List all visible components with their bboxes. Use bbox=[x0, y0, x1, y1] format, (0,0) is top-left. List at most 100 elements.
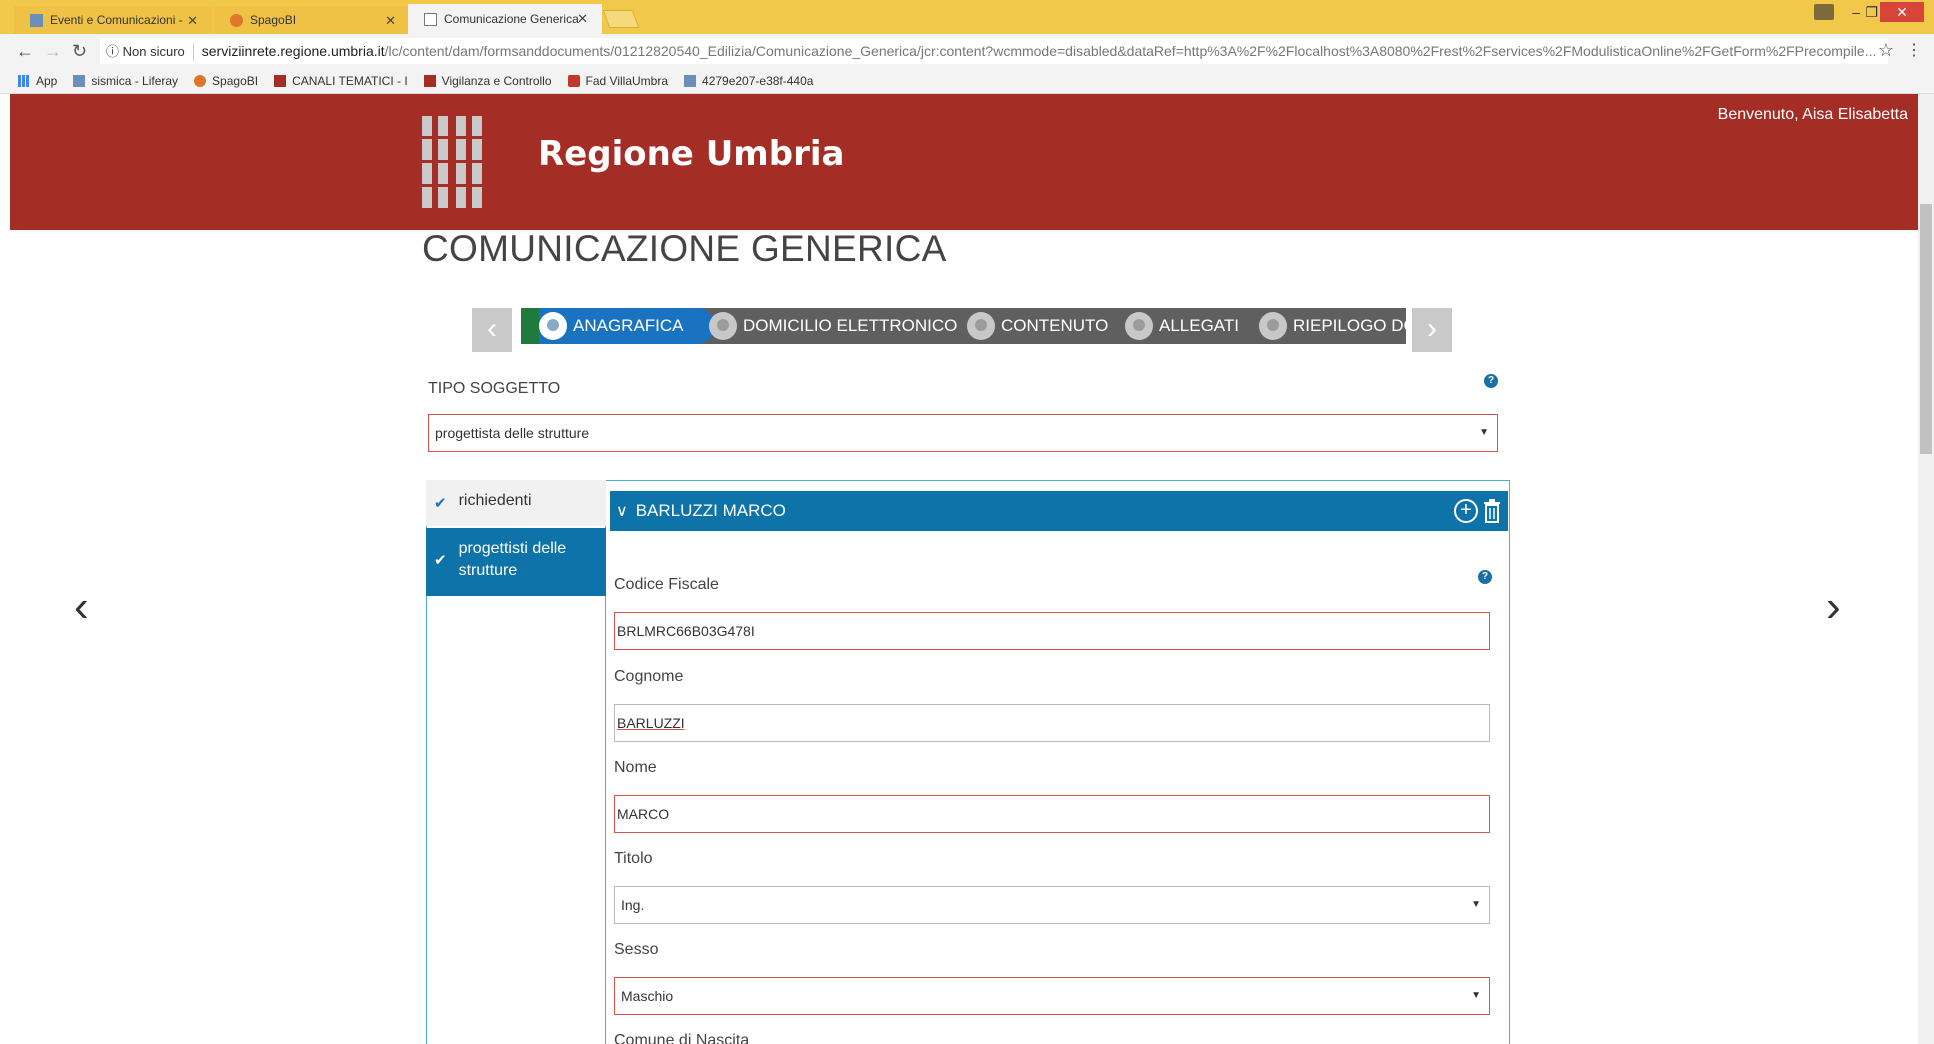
url-host: serviziinrete.regione.umbria.it bbox=[201, 43, 385, 59]
apps-grid-icon bbox=[18, 74, 30, 87]
window-close-button[interactable]: ✕ bbox=[1880, 2, 1924, 22]
sesso-select[interactable]: Maschio ▼ bbox=[614, 977, 1490, 1015]
bookmark-fad[interactable]: Fad VillaUmbra bbox=[567, 73, 669, 88]
wizard-prev-button[interactable]: ‹ bbox=[472, 308, 512, 352]
info-icon[interactable]: ⓘ Non sicuro bbox=[106, 39, 185, 64]
wizard-step-riepilogo[interactable]: RIEPILOGO DOM bbox=[1259, 308, 1406, 344]
page-content: Regione Umbria Benvenuto, Aisa Elisabett… bbox=[10, 94, 1918, 1044]
carousel-prev-arrow[interactable]: ‹ bbox=[74, 582, 89, 632]
browser-tab-eventi[interactable]: Eventi e Comunicazioni - ✕ bbox=[14, 6, 212, 34]
liferay-icon bbox=[73, 74, 86, 87]
page-scrollbar[interactable] bbox=[1918, 94, 1934, 1044]
reload-icon[interactable]: ↻ bbox=[72, 41, 87, 62]
bookmark-label: Fad VillaUmbra bbox=[585, 73, 669, 88]
dropdown-caret-icon: ▼ bbox=[1471, 990, 1481, 1001]
accordion-header[interactable]: ∨ BARLUZZI MARCO + bbox=[610, 491, 1508, 531]
help-icon[interactable]: ? bbox=[1484, 374, 1498, 388]
bookmark-apps[interactable]: App bbox=[18, 74, 57, 88]
add-icon[interactable]: + bbox=[1454, 499, 1478, 523]
dropdown-caret-icon: ▼ bbox=[1471, 899, 1481, 910]
tab-title: Comunicazione Generica bbox=[444, 12, 579, 26]
soggetti-list: ✔ richiedenti ✔ progettisti delle struttur… bbox=[426, 480, 606, 1044]
list-item-progettisti[interactable]: ✔ progettisti delle strutture bbox=[426, 528, 606, 596]
tipo-soggetto-select[interactable]: progettista delle strutture ▼ bbox=[428, 414, 1498, 452]
select-value: progettista delle strutture bbox=[435, 425, 590, 441]
step-icon bbox=[1125, 312, 1153, 340]
restore-button[interactable]: ❐ bbox=[1865, 4, 1878, 21]
step-icon bbox=[1259, 312, 1287, 340]
titolo-select[interactable]: Ing. ▼ bbox=[614, 886, 1490, 924]
wizard-accent bbox=[521, 308, 539, 344]
menu-icon[interactable]: ⋮ bbox=[1906, 40, 1922, 60]
step-label: ANAGRAFICA bbox=[573, 316, 684, 335]
profile-icon[interactable] bbox=[1814, 4, 1834, 20]
bookmark-vigilanza[interactable]: Vigilanza e Controllo bbox=[423, 74, 552, 88]
bookmark-label: SpagoBI bbox=[212, 73, 259, 88]
browser-tab-strip: Eventi e Comunicazioni - ✕ SpagoBI ✕ Com… bbox=[0, 0, 1934, 34]
bookmark-star-icon[interactable]: ☆ bbox=[1878, 40, 1894, 61]
minimize-button[interactable]: – bbox=[1852, 4, 1860, 20]
bookmark-label: sismica - Liferay bbox=[91, 73, 179, 88]
bookmark-spagobi[interactable]: SpagoBI bbox=[194, 74, 258, 88]
step-icon bbox=[539, 312, 567, 340]
wizard-step-domicilio[interactable]: DOMICILIO ELETTRONICO bbox=[709, 308, 957, 344]
carousel-next-arrow[interactable]: › bbox=[1826, 582, 1841, 632]
step-icon bbox=[967, 312, 995, 340]
bookmarks-bar: App sismica - Liferay SpagoBI CANALI TEM… bbox=[0, 68, 1934, 94]
bookmark-label: CANALI TEMATICI - I bbox=[292, 73, 408, 88]
browser-tab-comunicazione[interactable]: Comunicazione Generica ✕ bbox=[408, 4, 602, 34]
select-value: Maschio bbox=[621, 988, 674, 1004]
bookmark-label: 4279e207-e38f-440a bbox=[702, 73, 814, 88]
trash-icon[interactable] bbox=[1482, 499, 1502, 523]
spagobi-icon bbox=[230, 13, 243, 27]
wizard-next-button[interactable]: › bbox=[1412, 308, 1452, 352]
page-title: COMUNICAZIONE GENERICA bbox=[422, 228, 947, 269]
tab-title: SpagoBI bbox=[250, 13, 297, 27]
wizard-step-allegati[interactable]: ALLEGATI bbox=[1125, 308, 1239, 344]
bookmark-canali[interactable]: CANALI TEMATICI - I bbox=[274, 74, 408, 88]
dropdown-caret-icon: ▼ bbox=[1479, 427, 1489, 438]
step-icon bbox=[709, 312, 737, 340]
liferay-icon bbox=[30, 13, 43, 27]
help-icon[interactable]: ? bbox=[1478, 570, 1492, 584]
codice-fiscale-input[interactable]: BRLMRC66B03G478I bbox=[614, 612, 1490, 650]
cognome-label: Cognome bbox=[614, 668, 684, 685]
brand-title: Regione Umbria bbox=[538, 134, 845, 174]
wizard-step-anagrafica[interactable]: ANAGRAFICA bbox=[539, 308, 684, 344]
divider bbox=[192, 43, 194, 62]
check-icon: ✔ bbox=[434, 495, 447, 512]
accordion-title: BARLUZZI MARCO bbox=[635, 501, 786, 520]
nome-input[interactable]: MARCO bbox=[614, 795, 1490, 833]
bookmark-label: App bbox=[36, 73, 58, 88]
scrollbar-thumb[interactable] bbox=[1920, 204, 1932, 454]
address-bar[interactable]: ⓘ Non sicuro serviziinrete.regione.umbria… bbox=[100, 38, 1888, 64]
close-icon[interactable]: ✕ bbox=[385, 13, 396, 29]
regione-icon bbox=[274, 74, 287, 87]
document-icon bbox=[424, 12, 437, 26]
step-label: ALLEGATI bbox=[1159, 316, 1239, 335]
new-tab-button[interactable] bbox=[602, 10, 640, 28]
welcome-user[interactable]: Benvenuto, Aisa Elisabetta bbox=[1718, 106, 1908, 124]
chevron-down-icon: ∨ bbox=[616, 503, 628, 520]
close-icon[interactable]: ✕ bbox=[577, 11, 588, 27]
bookmark-sismica[interactable]: sismica - Liferay bbox=[73, 74, 178, 88]
list-item-richiedenti[interactable]: ✔ richiedenti bbox=[426, 480, 606, 526]
titolo-label: Titolo bbox=[614, 850, 653, 867]
cognome-input[interactable]: BARLUZZI bbox=[614, 704, 1490, 742]
browser-tab-spagobi[interactable]: SpagoBI ✕ bbox=[214, 6, 410, 34]
check-icon: ✔ bbox=[434, 552, 447, 569]
security-label: Non sicuro bbox=[122, 44, 185, 59]
close-icon[interactable]: ✕ bbox=[187, 13, 198, 29]
liferay-icon bbox=[684, 74, 697, 87]
forward-arrow-icon[interactable]: → bbox=[44, 41, 62, 62]
tipo-soggetto-label: TIPO SOGGETTO bbox=[428, 380, 561, 397]
sesso-label: Sesso bbox=[614, 941, 659, 958]
wizard-step-contenuto[interactable]: CONTENUTO bbox=[967, 308, 1108, 344]
bookmark-guid[interactable]: 4279e207-e38f-440a bbox=[684, 74, 813, 88]
comune-nascita-label: Comune di Nascita bbox=[614, 1032, 750, 1044]
browser-toolbar: ← → ↻ ⓘ Non sicuro serviziinrete.regione.… bbox=[0, 34, 1934, 68]
spagobi-icon bbox=[194, 74, 207, 87]
wizard-steps: ANAGRAFICA DOMICILIO ELETTRONICO CONTENU… bbox=[521, 308, 1406, 344]
nome-label: Nome bbox=[614, 759, 657, 776]
back-arrow-icon[interactable]: ← bbox=[16, 41, 34, 62]
